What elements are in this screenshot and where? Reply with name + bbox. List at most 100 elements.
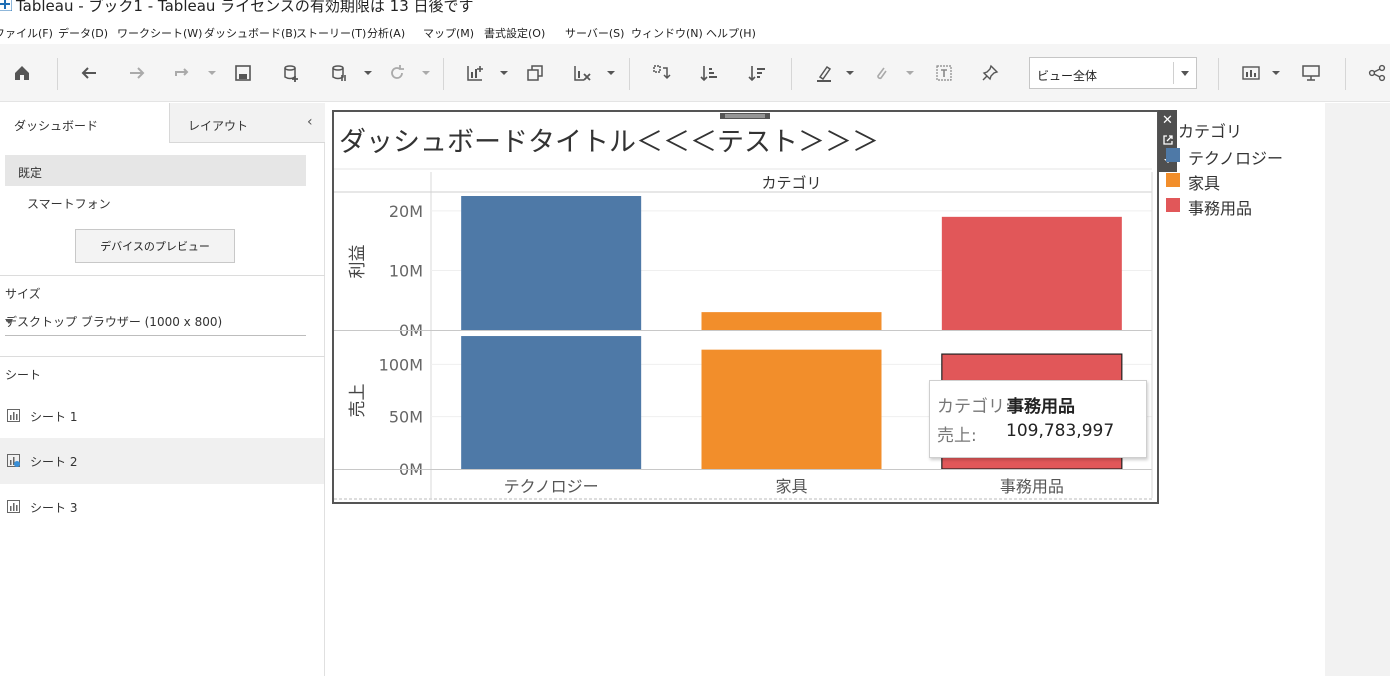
worksheet-used-icon: [7, 454, 20, 467]
device-default-label: 既定: [18, 166, 43, 180]
worksheet-icon: [7, 500, 20, 513]
go-to-sheet-icon[interactable]: [1158, 130, 1177, 150]
toolbar-separator: [443, 58, 444, 90]
y-axis-label: 売上: [348, 384, 368, 418]
highlight-icon[interactable]: [812, 61, 836, 85]
sheet-item[interactable]: シート 1: [0, 393, 324, 439]
sheet-item[interactable]: シート 2: [0, 438, 324, 484]
redo-icon[interactable]: [125, 61, 149, 85]
menu-item[interactable]: データ(D): [58, 25, 108, 41]
group-icon[interactable]: [869, 61, 893, 85]
legend-swatch: [1166, 173, 1180, 187]
menu-item[interactable]: 分析(A): [367, 25, 405, 41]
menu-item[interactable]: ヘルプ(H): [706, 25, 756, 41]
bar: [701, 349, 882, 469]
label-icon[interactable]: [932, 61, 956, 85]
category-label: 事務用品: [1000, 477, 1064, 496]
menu-item[interactable]: ワークシート(W): [117, 25, 202, 41]
sort-descending-icon[interactable]: [745, 61, 769, 85]
save-icon[interactable]: [231, 61, 255, 85]
tooltip-label-category: カテゴリ:: [937, 397, 1011, 417]
dashboard-side-panel: ダッシュボード レイアウト ‹ 既定 スマートフォン デバイスのプレビュー サイ…: [0, 103, 325, 676]
refresh-icon[interactable]: [385, 61, 409, 85]
undo-icon[interactable]: [77, 61, 101, 85]
object-controls: ✕: [1158, 110, 1177, 172]
share-icon[interactable]: [1365, 61, 1389, 85]
chevron-down-icon[interactable]: [846, 69, 854, 77]
tooltip-value-category: 事務用品: [1007, 397, 1075, 417]
tab-dashboard-label: ダッシュボード: [14, 119, 99, 133]
panel-tabs: ダッシュボード レイアウト ‹: [0, 103, 325, 143]
presentation-icon[interactable]: [1299, 61, 1323, 85]
view-fit-select[interactable]: ビュー全体: [1029, 57, 1197, 89]
new-worksheet-icon[interactable]: [463, 61, 487, 85]
tab-dashboard[interactable]: ダッシュボード: [0, 103, 170, 143]
menu-item[interactable]: ファイル(F): [0, 25, 53, 41]
tick-label: 100M: [379, 355, 423, 374]
toolbar: ビュー全体: [0, 44, 1390, 102]
view-fit-value: ビュー全体: [1037, 69, 1098, 83]
divider: [0, 275, 325, 276]
show-me-icon[interactable]: [1239, 61, 1263, 85]
chevron-down-icon[interactable]: [500, 69, 508, 77]
toolbar-separator: [1345, 58, 1346, 90]
menu-item[interactable]: ダッシュボード(B): [204, 25, 297, 41]
legend-label: テクノロジー: [1188, 149, 1284, 168]
duplicate-icon[interactable]: [523, 61, 547, 85]
sheets-label: シート: [5, 368, 42, 382]
chevron-down-icon[interactable]: [422, 69, 430, 77]
size-label: サイズ: [5, 287, 41, 301]
menu-item[interactable]: サーバー(S): [565, 25, 624, 41]
chevron-down-icon[interactable]: [364, 69, 372, 77]
sheet-label: シート 1: [30, 410, 78, 424]
sheet-label: シート 3: [30, 501, 78, 515]
column-header: カテゴリ: [761, 174, 821, 192]
toolbar-separator: [57, 58, 58, 90]
chevron-down-icon[interactable]: [607, 69, 615, 77]
clear-icon[interactable]: [570, 61, 594, 85]
tick-label: 20M: [389, 202, 423, 221]
category-label: 家具: [775, 477, 807, 496]
chevron-down-icon[interactable]: [1272, 69, 1280, 77]
bar: [461, 196, 642, 330]
sort-ascending-icon[interactable]: [697, 61, 721, 85]
tab-layout[interactable]: レイアウト ‹: [170, 103, 325, 143]
tick-label: 50M: [389, 408, 423, 427]
pin-icon[interactable]: [978, 61, 1002, 85]
size-value: デスクトップ ブラウザー (1000 x 800): [5, 315, 223, 329]
replay-icon[interactable]: [170, 61, 194, 85]
menu-item[interactable]: 書式設定(O): [484, 25, 545, 41]
dashboard-title: ダッシュボードタイトル＜＜＜テスト＞＞＞: [339, 127, 879, 158]
collapse-panel-icon[interactable]: ‹: [307, 114, 313, 130]
device-preview-button[interactable]: デバイスのプレビュー: [75, 229, 235, 263]
window-title: Tableau - ブック1 - Tableau ライセンスの有効期限は 13 …: [16, 0, 474, 15]
new-datasource-icon[interactable]: [279, 61, 303, 85]
menu-item[interactable]: ウィンドウ(N): [631, 25, 703, 41]
select-divider: [1173, 62, 1174, 84]
worksheet-icon: [7, 409, 20, 422]
chevron-down-icon[interactable]: [208, 69, 216, 77]
device-default-option[interactable]: 既定: [5, 155, 306, 186]
legend-label: 家具: [1188, 174, 1221, 193]
bar: [941, 216, 1122, 330]
toolbar-separator: [1218, 58, 1219, 90]
category-label: テクノロジー: [504, 477, 599, 496]
tooltip: カテゴリ: 事務用品 売上: 109,783,997: [929, 380, 1147, 458]
size-select[interactable]: デスクトップ ブラウザー (1000 x 800): [5, 309, 306, 336]
bar: [701, 312, 882, 330]
menu-item[interactable]: マップ(M): [423, 25, 474, 41]
tick-label: 10M: [389, 261, 423, 280]
sheet-item[interactable]: シート 3: [0, 484, 324, 530]
tableau-logo-icon: [0, 0, 12, 11]
close-icon[interactable]: ✕: [1158, 110, 1177, 130]
chevron-down-icon[interactable]: [906, 69, 914, 77]
tooltip-label-sales: 売上:: [937, 426, 977, 446]
home-icon[interactable]: [10, 61, 34, 85]
canvas-margin: [1325, 103, 1390, 676]
swap-icon[interactable]: [649, 61, 673, 85]
device-phone-option[interactable]: スマートフォン: [27, 195, 111, 212]
pause-update-icon[interactable]: [327, 61, 351, 85]
sheet-label: シート 2: [30, 455, 78, 469]
window-titlebar: Tableau - ブック1 - Tableau ライセンスの有効期限は 13 …: [0, 0, 1390, 18]
menu-item[interactable]: ストーリー(T): [296, 25, 366, 41]
